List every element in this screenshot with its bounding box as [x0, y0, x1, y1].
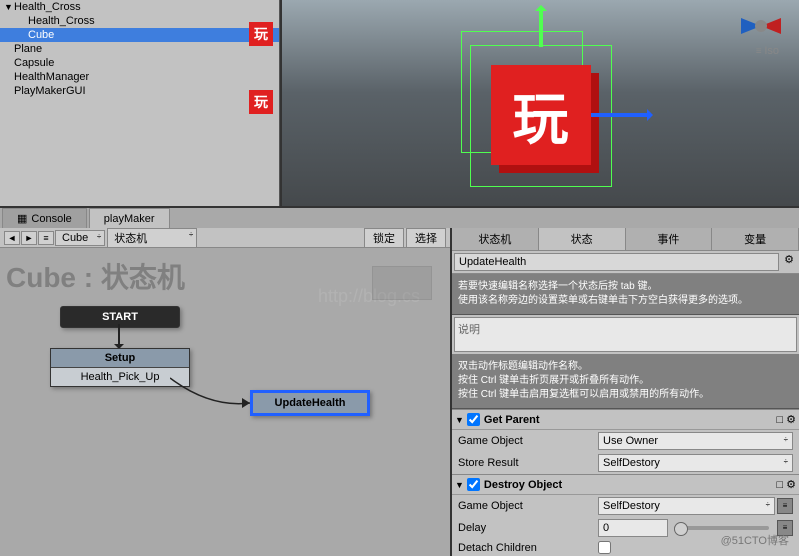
prop-label: Game Object — [458, 435, 598, 447]
lock-button[interactable]: 锁定 — [364, 228, 404, 248]
game-object-dropdown[interactable]: SelfDestory — [598, 497, 775, 515]
footer-watermark: @51CTO博客 — [721, 532, 789, 548]
x-axis-handle[interactable] — [591, 113, 651, 117]
prop-label: Store Result — [458, 457, 598, 469]
insp-tab-events[interactable]: 事件 — [626, 228, 713, 250]
hier-label: Health_Cross — [28, 15, 95, 27]
hier-item[interactable]: Health_Cross — [0, 14, 279, 28]
hier-item[interactable]: Capsule — [0, 56, 279, 70]
tab-playmaker[interactable]: playMaker — [89, 208, 170, 228]
game-object-dropdown[interactable]: Use Owner — [598, 432, 793, 450]
hier-label: Health_Cross — [14, 1, 81, 13]
console-icon: ▦ — [17, 212, 27, 225]
hier-label: Plane — [14, 43, 42, 55]
delay-slider[interactable] — [674, 526, 769, 530]
inspector-tabs: 状态机 状态 事件 变量 — [452, 228, 799, 251]
action-title: Destroy Object — [484, 479, 774, 491]
fsm-panel: ◄ ► ≡ Cube 状态机 锁定 选择 Cube : 状态机 http://b… — [0, 228, 452, 556]
object-dropdown[interactable]: Cube — [55, 230, 105, 246]
fsm-toolbar: ◄ ► ≡ Cube 状态机 锁定 选择 — [0, 228, 450, 248]
badge-icon: 玩 — [249, 90, 273, 114]
iso-label: ≡ Iso — [756, 45, 779, 57]
prop-label: Detach Children — [458, 542, 598, 554]
gear-icon[interactable]: ⚙ — [781, 253, 797, 271]
help-icon[interactable]: □ — [776, 414, 783, 426]
store-result-dropdown[interactable]: SelfDestory — [598, 454, 793, 472]
collapse-icon[interactable]: ▼ — [455, 480, 464, 490]
state-node-updatehealth[interactable]: UpdateHealth — [250, 390, 370, 416]
scene-object-cube[interactable]: 玩 — [491, 65, 591, 165]
hier-item-selected[interactable]: Cube — [0, 28, 279, 42]
state-node-setup[interactable]: Setup Health_Pick_Up — [50, 348, 190, 387]
hierarchy-panel: ▼Health_Cross Health_Cross Cube Plane Ca… — [0, 0, 280, 206]
help-icon[interactable]: □ — [776, 479, 783, 491]
nav-menu-button[interactable]: ≡ — [38, 231, 54, 245]
insp-tab-fsm[interactable]: 状态机 — [452, 228, 539, 250]
delay-input[interactable]: 0 — [598, 519, 668, 537]
hier-label: HealthManager — [14, 71, 89, 83]
start-node[interactable]: START — [60, 306, 180, 328]
help-box: 双击动作标题编辑动作名称。 按住 Ctrl 键单击折页展开或折叠所有动作。 按住… — [452, 354, 799, 409]
fsm-title: Cube : 状态机 — [6, 256, 185, 296]
variable-toggle-button[interactable]: ≡ — [777, 498, 793, 514]
nav-fwd-button[interactable]: ► — [21, 231, 37, 245]
gear-icon[interactable]: ⚙ — [786, 413, 796, 426]
hier-item[interactable]: PlayMakerGUI — [0, 84, 279, 98]
action-enabled-checkbox[interactable] — [467, 413, 480, 426]
state-name-input[interactable]: UpdateHealth — [454, 253, 779, 271]
fsm-dropdown[interactable]: 状态机 — [107, 228, 197, 248]
hier-item[interactable]: Plane — [0, 42, 279, 56]
tab-console[interactable]: ▦Console — [2, 208, 87, 228]
prop-label: Delay — [458, 522, 598, 534]
inspector-panel: 状态机 状态 事件 变量 UpdateHealth ⚙ 若要快速编辑名称选择一个… — [452, 228, 799, 556]
hier-item[interactable]: ▼Health_Cross — [0, 0, 279, 14]
scene-view[interactable]: ≡ Iso 玩 — [280, 0, 799, 206]
description-input[interactable]: 说明 — [454, 317, 797, 352]
help-box: 若要快速编辑名称选择一个状态后按 tab 键。 使用该名称旁边的设置菜单或右键单… — [452, 274, 799, 315]
transition-arrow — [118, 324, 120, 348]
badge-icon: 玩 — [249, 22, 273, 46]
action-get-parent: ▼ Get Parent □ ⚙ Game Object Use Owner S… — [452, 409, 799, 474]
expand-icon[interactable]: ▼ — [4, 2, 14, 12]
y-axis-handle[interactable] — [539, 7, 543, 47]
detach-children-checkbox[interactable] — [598, 541, 611, 554]
prop-label: Game Object — [458, 500, 598, 512]
action-enabled-checkbox[interactable] — [467, 478, 480, 491]
nav-back-button[interactable]: ◄ — [4, 231, 20, 245]
insp-tab-vars[interactable]: 变量 — [712, 228, 799, 250]
minimap[interactable] — [372, 266, 432, 300]
select-button[interactable]: 选择 — [406, 228, 446, 248]
node-header: Setup — [51, 349, 189, 368]
hier-label: Capsule — [14, 57, 54, 69]
view-gizmo[interactable] — [731, 6, 791, 49]
node-transition[interactable]: Health_Pick_Up — [51, 368, 189, 386]
fsm-canvas[interactable]: Cube : 状态机 http://blog.cs START Setup He… — [0, 248, 450, 556]
bottom-tabs: ▦Console playMaker — [0, 208, 799, 228]
hier-label: PlayMakerGUI — [14, 85, 86, 97]
collapse-icon[interactable]: ▼ — [455, 415, 464, 425]
hier-label: Cube — [28, 29, 54, 41]
gear-icon[interactable]: ⚙ — [786, 478, 796, 491]
action-title: Get Parent — [484, 414, 774, 426]
insp-tab-state[interactable]: 状态 — [539, 228, 626, 250]
hier-item[interactable]: HealthManager — [0, 70, 279, 84]
